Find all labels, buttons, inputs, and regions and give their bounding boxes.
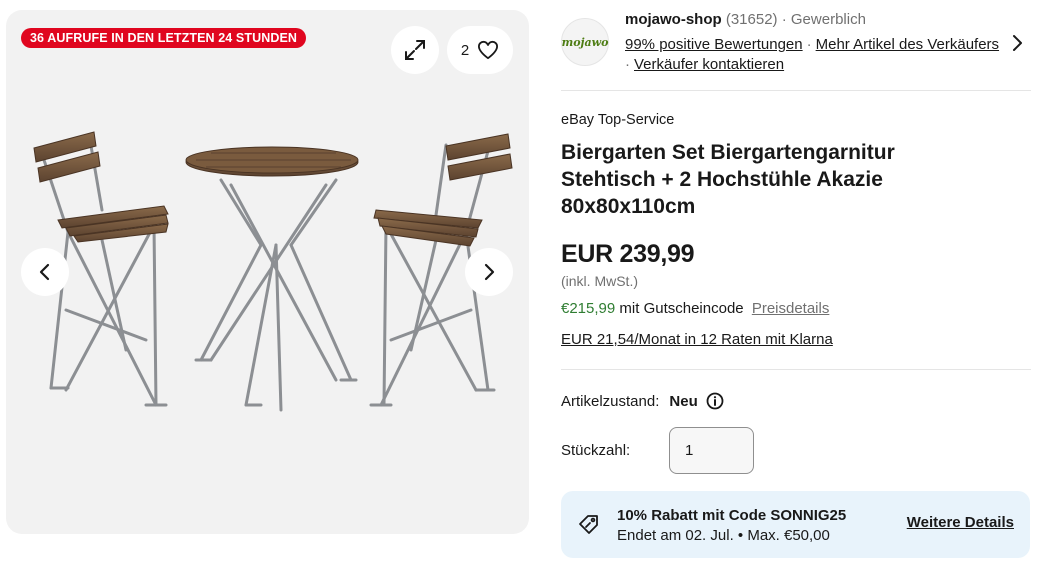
seller-feedback-link[interactable]: 99% positive Bewertungen — [625, 36, 803, 53]
seller-links: 99% positive Bewertungen · Mehr Artikel de… — [625, 35, 999, 75]
watch-count: 2 — [460, 41, 470, 59]
chevron-right-icon[interactable] — [1011, 34, 1023, 52]
separator-dot: · — [806, 36, 812, 53]
heart-icon — [478, 40, 499, 60]
image-gallery[interactable]: 36 AUFRUFE IN DEN LETZTEN 24 STUNDEN 2 — [6, 10, 529, 534]
seller-name-line: mojawo-shop (31652) · Gewerblich — [625, 11, 866, 28]
vat-note: (inkl. MwSt.) — [561, 273, 638, 289]
separator-dot: · — [625, 56, 630, 73]
contact-seller-link[interactable]: Verkäufer kontaktieren — [634, 56, 784, 73]
price-details-link[interactable]: Preisdetails — [752, 300, 830, 317]
separator-dot: · — [781, 11, 787, 28]
seller-logo[interactable]: mojawo — [561, 18, 609, 66]
promo-subtitle: Endet am 02. Jul. • Max. €50,00 — [617, 527, 830, 544]
info-icon[interactable] — [706, 392, 724, 410]
chevron-right-icon — [484, 263, 495, 281]
views-badge: 36 AUFRUFE IN DEN LETZTEN 24 STUNDEN — [21, 28, 307, 48]
quantity-input[interactable] — [669, 427, 754, 474]
condition-label: Artikelzustand: — [561, 392, 660, 410]
watch-button[interactable]: 2 — [447, 26, 513, 74]
next-image-button[interactable] — [465, 248, 513, 296]
promo-banner: 10% Rabatt mit Code SONNIG25 Endet am 02… — [561, 491, 1030, 558]
seller-type: Gewerblich — [790, 11, 866, 28]
seller-name[interactable]: mojawo-shop — [625, 11, 722, 28]
more-items-link[interactable]: Mehr Artikel des Verkäufers — [816, 36, 999, 53]
item-price: EUR 239,99 — [561, 240, 695, 268]
expand-button[interactable] — [391, 26, 439, 74]
coupon-price-line: €215,99 mit Gutscheincode Preisdetails — [561, 300, 829, 317]
condition-value: Neu — [669, 392, 698, 410]
quantity-label: Stückzahl: — [561, 442, 631, 459]
seller-card: mojawo mojawo-shop (31652) · Gewerblich … — [561, 10, 1031, 90]
chevron-left-icon — [39, 263, 50, 281]
coupon-tag-icon — [579, 515, 598, 534]
coupon-text: mit Gutscheincode — [619, 300, 744, 317]
top-service-label: eBay Top-Service — [561, 112, 675, 128]
coupon-price: €215,99 — [561, 300, 616, 317]
divider — [561, 369, 1031, 370]
seller-logo-text: mojawo — [561, 35, 609, 49]
previous-image-button[interactable] — [21, 248, 69, 296]
expand-icon — [405, 40, 425, 60]
condition-row: Artikelzustand: Neu — [561, 392, 724, 410]
promo-title: 10% Rabatt mit Code SONNIG25 — [617, 507, 847, 524]
product-image[interactable] — [6, 10, 529, 534]
promo-details-link[interactable]: Weitere Details — [907, 514, 1014, 531]
item-title: Biergarten Set Biergartengarnitur Stehti… — [561, 141, 895, 218]
divider — [561, 90, 1031, 91]
installment-link[interactable]: EUR 21,54/Monat in 12 Raten mit Klarna — [561, 331, 833, 348]
seller-rating-count: (31652) — [725, 11, 778, 28]
